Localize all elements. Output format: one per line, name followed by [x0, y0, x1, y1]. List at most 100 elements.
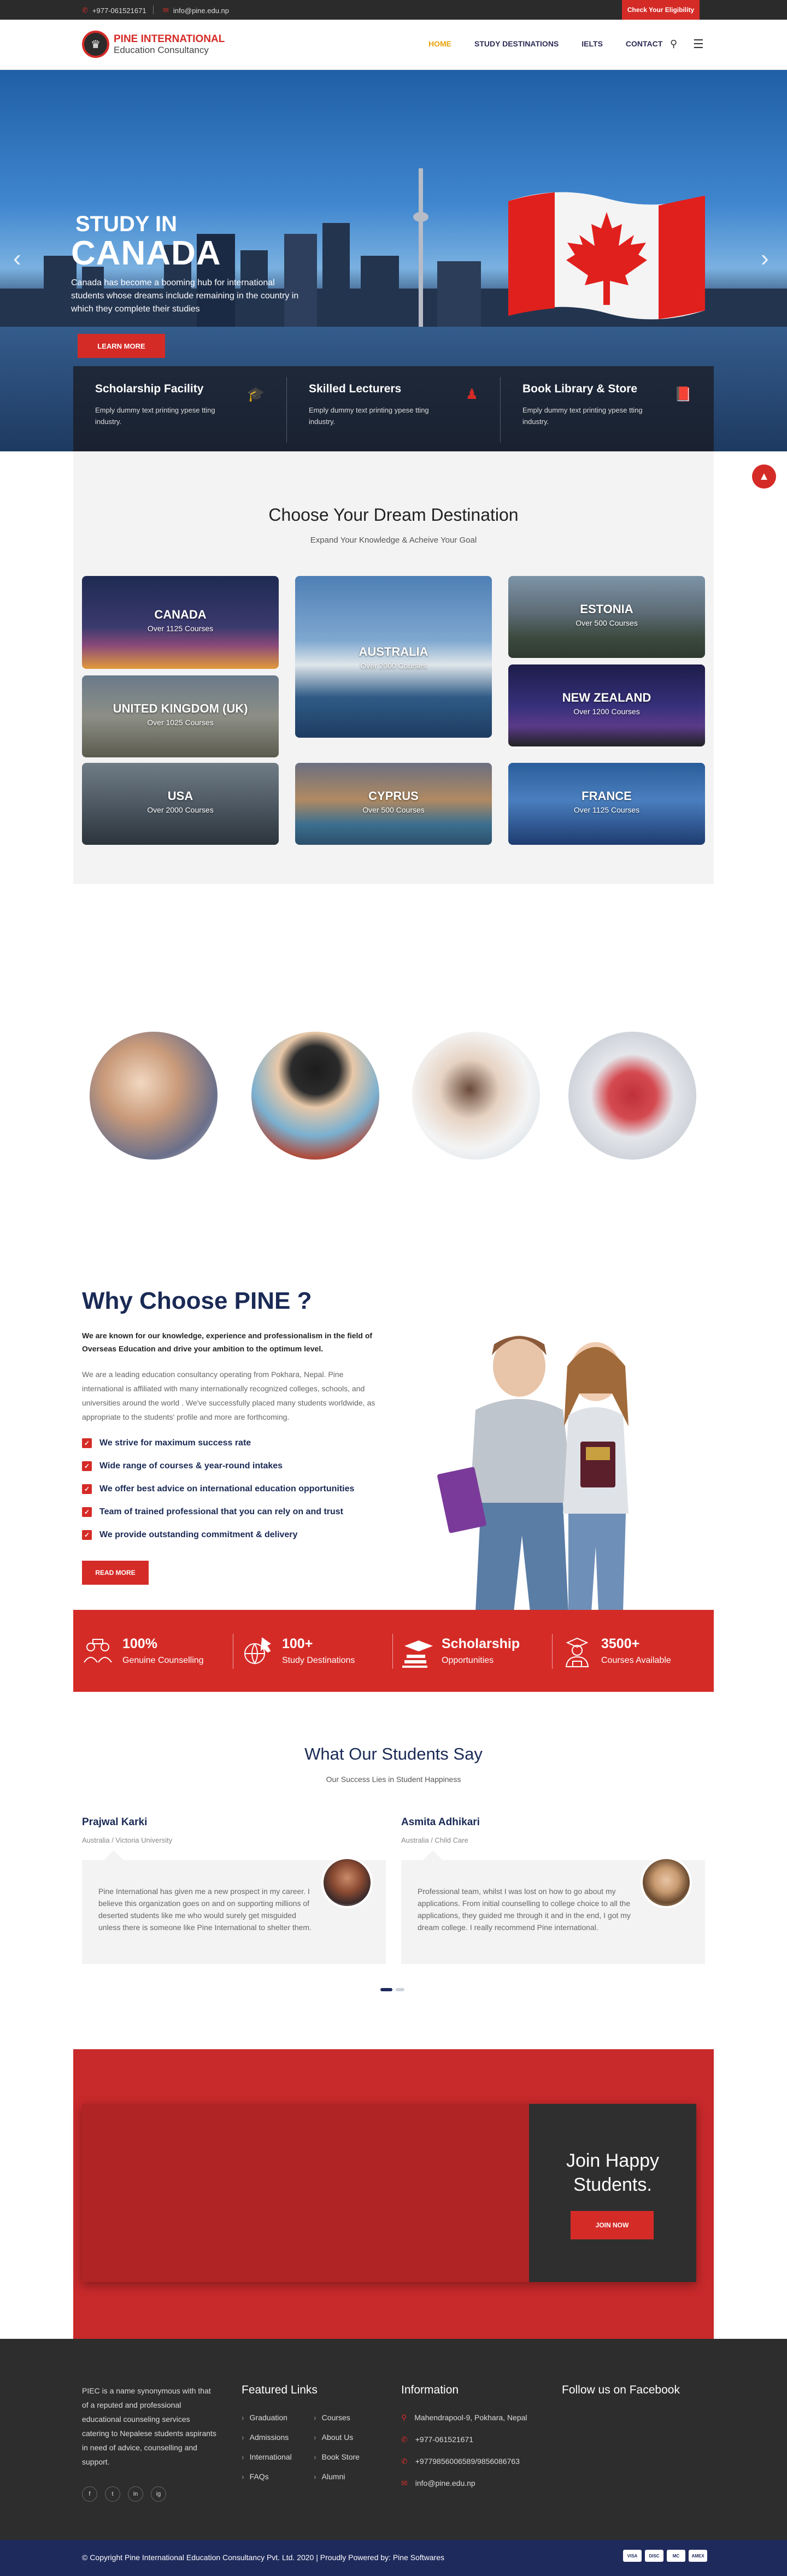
students-photo — [437, 1336, 629, 1612]
user-icon: ♟ — [465, 386, 478, 402]
footer-link[interactable]: › Courses — [314, 2413, 350, 2422]
chevron-right-icon[interactable]: › — [761, 245, 769, 272]
approved-stamp-photo — [568, 1032, 696, 1160]
scroll-to-top-button[interactable]: ▲ — [752, 464, 776, 489]
carousel-dot-active[interactable] — [380, 1988, 392, 1991]
visa-icon: VISA — [623, 2550, 642, 2562]
topbar-phone[interactable]: ✆ +977-061521671 — [82, 6, 146, 15]
footer-email[interactable]: ✉ info@pine.edu.np — [401, 2479, 475, 2488]
destination-count: Over 1125 Courses — [573, 805, 640, 814]
nav-contact[interactable]: CONTACT — [626, 39, 662, 48]
linkedin-icon[interactable]: in — [128, 2486, 143, 2502]
destination-card-usa[interactable]: USA Over 2000 Courses — [82, 763, 279, 845]
destination-card-uk[interactable]: UNITED KINGDOM (UK) Over 1025 Courses — [82, 675, 279, 757]
footer-link[interactable]: › Alumni — [314, 2472, 345, 2481]
carousel-dots — [380, 1988, 404, 1991]
topbar-email-text: info@pine.edu.np — [173, 6, 230, 15]
chevron-right-icon: › — [314, 2433, 316, 2442]
facebook-icon[interactable]: f — [82, 2486, 97, 2502]
main-nav: HOME STUDY DESTINATIONS IELTS CONTACT — [428, 39, 685, 48]
chevron-left-icon[interactable]: ‹ — [13, 245, 21, 272]
phone-icon: ✆ — [401, 2435, 408, 2444]
menu-icon[interactable]: ☰ — [693, 37, 704, 51]
list-item: ✓ We strive for maximum success rate — [82, 1432, 388, 1455]
destination-card-cyprus[interactable]: CYPRUS Over 500 Courses — [295, 763, 492, 845]
testimonial-name: Prajwal Karki — [82, 1816, 148, 1828]
why-list: ✓ We strive for maximum success rate ✓ Wid… — [82, 1432, 388, 1546]
student-study-photo — [412, 1032, 540, 1160]
featured-links-title: Featured Links — [242, 2384, 318, 2396]
footer-link[interactable]: › International — [242, 2453, 292, 2461]
destination-name: FRANCE — [582, 789, 632, 803]
footer-mobile[interactable]: ✆ +9779856006589/9856086763 — [401, 2457, 520, 2466]
bottom-bar: © Copyright Pine International Education… — [0, 2540, 787, 2576]
counselling-photo — [90, 1032, 218, 1160]
footer-link[interactable]: › FAQs — [242, 2472, 269, 2481]
destination-count: Over 2000 Courses — [360, 661, 427, 670]
nav-home[interactable]: HOME — [428, 39, 451, 48]
nav-ielts[interactable]: IELTS — [582, 39, 603, 48]
logo[interactable]: ♛ PINE INTERNATIONAL Education Consultan… — [82, 31, 225, 58]
mastercard-icon: MC — [667, 2550, 685, 2562]
check-eligibility-button[interactable]: Check Your Eligibility — [622, 0, 700, 20]
read-more-button[interactable]: READ MORE — [82, 1561, 149, 1585]
phone-icon: ✆ — [401, 2457, 408, 2466]
footer-link[interactable]: › Admissions — [242, 2433, 289, 2442]
footer-link[interactable]: › Book Store — [314, 2453, 360, 2461]
join-panel: Join Happy Students. JOIN NOW — [529, 2104, 696, 2282]
testimonial-text: Pine International has given me a new pr… — [98, 1887, 312, 1932]
checkbox-icon: ✓ — [82, 1484, 92, 1494]
hero-kicker: STUDY IN — [75, 212, 177, 236]
stat-label: Genuine Counselling — [122, 1656, 204, 1665]
counselling-icon — [84, 1639, 112, 1663]
logo-subtitle: Education Consultancy — [114, 44, 209, 55]
footer-phone[interactable]: ✆ +977-061521671 — [401, 2435, 473, 2444]
twitter-icon[interactable]: t — [105, 2486, 120, 2502]
destination-name: CYPRUS — [368, 789, 419, 803]
carousel-dot[interactable] — [396, 1988, 404, 1991]
search-icon[interactable]: ⚲ — [670, 38, 677, 50]
nav-study-destinations[interactable]: STUDY DESTINATIONS — [474, 39, 559, 48]
destination-name: USA — [167, 789, 193, 803]
feature-desc: Emply dummy text printing ypese tting in… — [522, 406, 643, 426]
topbar-email[interactable]: ✉ info@pine.edu.np — [163, 6, 229, 15]
chevron-right-icon: › — [314, 2472, 316, 2481]
testimonials-title: What Our Students Say — [304, 1744, 483, 1763]
list-item: ✓ We provide outstanding commitment & del… — [82, 1524, 388, 1546]
instagram-icon[interactable]: ig — [151, 2486, 166, 2502]
avatar — [321, 1857, 373, 1908]
destination-card-estonia[interactable]: ESTONIA Over 500 Courses — [508, 576, 705, 658]
arrow-up-icon: ▲ — [759, 470, 770, 483]
stats-band: 100% Genuine Counselling 100+ Study Dest… — [73, 1610, 714, 1692]
feature-desc: Emply dummy text printing ypese tting in… — [309, 406, 429, 426]
discover-icon: DISC — [645, 2550, 663, 2562]
destination-card-france[interactable]: FRANCE Over 1125 Courses — [508, 763, 705, 845]
testimonial-card: Pine International has given me a new pr… — [82, 1850, 386, 1964]
join-now-button[interactable]: JOIN NOW — [571, 2211, 654, 2239]
stat-item: 3500+ Courses Available — [552, 1610, 710, 1692]
site-footer: PIEC is a name synonymous with that of a… — [0, 2339, 787, 2540]
hero-title: CANADA — [71, 234, 221, 272]
footer-address: ⚲ Mahendrapool-9, Pokhara, Nepal — [401, 2413, 527, 2422]
site-header: ♛ PINE INTERNATIONAL Education Consultan… — [0, 20, 787, 70]
logo-emblem-icon: ♛ — [82, 31, 109, 58]
checkbox-icon: ✓ — [82, 1530, 92, 1540]
destination-count: Over 1125 Courses — [147, 624, 214, 633]
destination-card-new-zealand[interactable]: NEW ZEALAND Over 1200 Courses — [508, 664, 705, 746]
phone-icon: ✆ — [82, 6, 88, 14]
copyright: © Copyright Pine International Education… — [82, 2553, 444, 2562]
destination-card-canada[interactable]: CANADA Over 1125 Courses — [82, 576, 279, 669]
footer-link[interactable]: › Graduation — [242, 2413, 287, 2422]
social-links: f t in ig — [82, 2486, 166, 2502]
learn-more-button[interactable]: LEARN MORE — [78, 334, 165, 358]
list-item-text: We strive for maximum success rate — [99, 1438, 251, 1448]
amex-icon: AMEX — [689, 2550, 707, 2562]
destination-card-australia[interactable]: AUSTRALIA Over 2000 Courses — [295, 576, 492, 738]
footer-about: PIEC is a name synonymous with that of a… — [82, 2386, 216, 2466]
topbar-divider — [153, 5, 154, 14]
feature-item: Skilled Lecturers Emply dummy text print… — [287, 366, 500, 451]
footer-link[interactable]: › About Us — [314, 2433, 353, 2442]
stat-value: 100% — [122, 1636, 157, 1651]
destination-count: Over 1200 Courses — [573, 707, 640, 716]
stat-label: Study Destinations — [282, 1656, 355, 1665]
